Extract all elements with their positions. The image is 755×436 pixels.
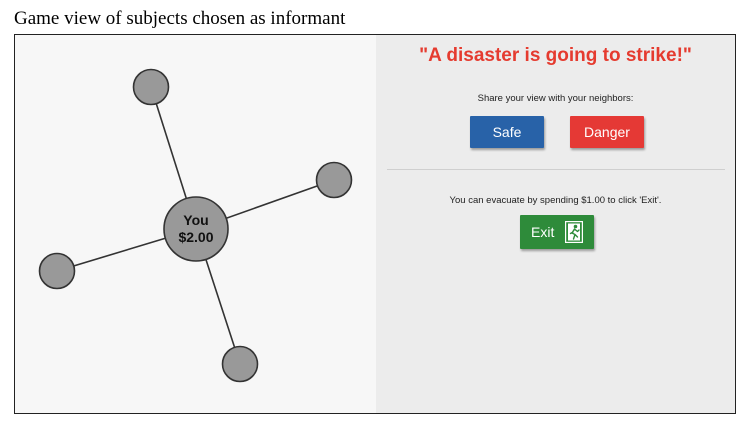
neighbor-node-top [132, 68, 170, 106]
game-window: You $2.00 "A disaster is going to strike… [14, 34, 736, 414]
danger-button[interactable]: Danger [570, 116, 644, 148]
safe-button[interactable]: Safe [470, 116, 544, 148]
running-person-exit-icon [565, 221, 583, 243]
self-node-amount: $2.00 [178, 229, 213, 245]
figure-caption: Game view of subjects chosen as informan… [14, 8, 346, 29]
self-node-label: You [183, 212, 208, 228]
exit-button[interactable]: Exit [520, 215, 594, 249]
neighbor-node-bottom [221, 345, 259, 383]
network-panel: You $2.00 [15, 35, 376, 413]
disaster-headline: "A disaster is going to strike!" [419, 45, 692, 66]
evacuate-info: You can evacuate by spending $1.00 to cl… [449, 195, 662, 206]
control-panel: "A disaster is going to strike!" Share y… [376, 35, 735, 413]
share-prompt: Share your view with your neighbors: [477, 93, 634, 104]
divider [387, 169, 725, 170]
neighbor-node-right [315, 161, 353, 199]
exit-button-label: Exit [531, 224, 555, 240]
neighbor-node-left [38, 252, 76, 290]
network-graph: You $2.00 [38, 68, 353, 383]
